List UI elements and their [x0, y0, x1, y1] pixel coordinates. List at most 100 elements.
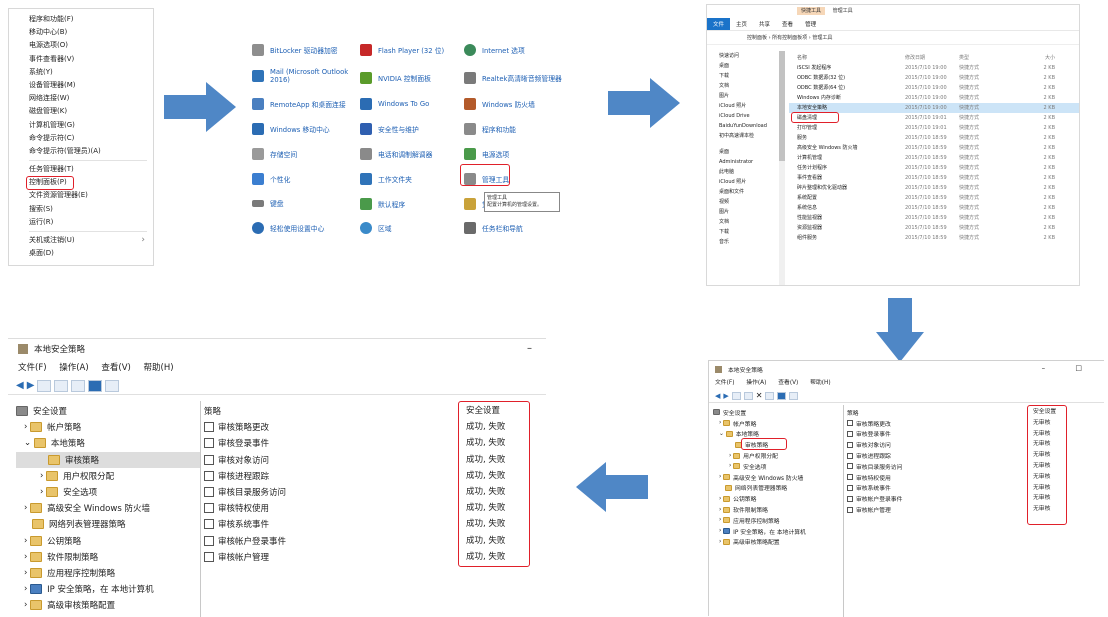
- file-row[interactable]: 服务 2015/7/10 18:59 快捷方式 2 KB: [789, 133, 1079, 143]
- nav-item[interactable]: 桌面: [707, 61, 777, 71]
- cp-item-phone-modem[interactable]: 电话和调制解调器: [360, 148, 432, 160]
- nav-scrollbar[interactable]: [779, 51, 785, 285]
- cp-item-mobility-center[interactable]: Windows 移动中心: [252, 123, 330, 135]
- column-type[interactable]: 类型: [959, 53, 1015, 63]
- policy-row[interactable]: 审核目录服务访问: [204, 484, 286, 500]
- tree-item[interactable]: › 软件限制策略: [713, 504, 843, 515]
- cp-item-internet-options[interactable]: Internet 选项: [464, 44, 525, 56]
- policy-row[interactable]: 审核登录事件: [204, 435, 286, 451]
- export-icon[interactable]: [765, 391, 775, 400]
- tree-item[interactable]: › 软件限制策略: [16, 549, 200, 565]
- policy-row[interactable]: 审核帐户管理: [204, 549, 286, 565]
- cp-item-region[interactable]: 区域: [360, 222, 392, 234]
- tree-item[interactable]: › 公钥策略: [16, 533, 200, 549]
- file-row[interactable]: 碎片整理和优化驱动器 2015/7/10 18:59 快捷方式 2 KB: [789, 183, 1079, 193]
- menu-view[interactable]: 查看(V): [101, 363, 130, 373]
- tree-item[interactable]: › 安全选项: [16, 484, 200, 500]
- file-row[interactable]: 性能监视器 2015/7/10 18:59 快捷方式 2 KB: [789, 213, 1079, 223]
- cp-item-ease-of-access[interactable]: 轻松使用设置中心: [252, 222, 324, 234]
- cp-item-power-options[interactable]: 电源选项: [464, 148, 509, 160]
- cp-item-firewall[interactable]: Windows 防火墙: [464, 98, 535, 110]
- file-row[interactable]: 系统配置 2015/7/10 18:59 快捷方式 2 KB: [789, 193, 1079, 203]
- tree-item[interactable]: ⌄ 本地策略: [16, 435, 200, 451]
- back-icon[interactable]: ◀: [715, 392, 720, 400]
- help-icon[interactable]: [777, 391, 787, 400]
- tree-item[interactable]: › 高级安全 Windows 防火墙: [16, 500, 200, 516]
- nav-item[interactable]: 此电脑: [707, 167, 777, 177]
- file-row[interactable]: iSCSI 发起程序 2015/7/10 19:00 快捷方式 2 KB: [789, 63, 1079, 73]
- address-bar[interactable]: 控制面板 › 所有控制面板项 › 管理工具: [707, 31, 1079, 45]
- cp-item-bitlocker[interactable]: BitLocker 驱动器加密: [252, 44, 338, 56]
- menu-item-event-viewer[interactable]: 事件查看器(V): [9, 53, 153, 66]
- up-folder-icon[interactable]: [37, 379, 52, 392]
- cp-item-default-programs[interactable]: 默认程序: [360, 198, 405, 210]
- file-row[interactable]: 资源监视器 2015/7/10 18:59 快捷方式 2 KB: [789, 223, 1079, 233]
- tree-item[interactable]: 网络列表管理器策略: [16, 516, 200, 532]
- menu-item-cmd[interactable]: 命令提示符(C): [9, 132, 153, 145]
- scrollbar-thumb[interactable]: [779, 51, 785, 161]
- cp-item-programs[interactable]: 程序和功能: [464, 123, 516, 135]
- policy-row[interactable]: 审核系统事件: [847, 483, 902, 494]
- cp-item-security-maintenance[interactable]: 安全性与维护: [360, 123, 419, 135]
- menu-file[interactable]: 文件(F): [715, 380, 734, 386]
- properties-icon[interactable]: [105, 379, 120, 392]
- tree-item[interactable]: › 用户权限分配: [16, 468, 200, 484]
- nav-item[interactable]: 下载: [707, 227, 777, 237]
- file-row[interactable]: Windows 内存诊断 2015/7/10 19:00 快捷方式 2 KB: [789, 93, 1079, 103]
- ribbon-tab-manage[interactable]: 管理: [799, 18, 822, 30]
- nav-item[interactable]: 图片: [707, 91, 777, 101]
- menu-item-system[interactable]: 系统(Y): [9, 66, 153, 79]
- nav-item[interactable]: 初中高速课本检: [707, 131, 777, 141]
- policy-row[interactable]: 审核帐户登录事件: [204, 533, 286, 549]
- nav-item[interactable]: iCloud Drive: [707, 111, 777, 121]
- quick-tools-tab[interactable]: 快捷工具: [797, 7, 826, 15]
- nav-item[interactable]: iCloud 照片: [707, 101, 777, 111]
- nav-item[interactable]: 桌面和文件: [707, 187, 777, 197]
- policy-row[interactable]: 审核帐户管理: [847, 504, 902, 515]
- ribbon-tab-home[interactable]: 主页: [730, 18, 753, 30]
- tree-item[interactable]: › IP 安全策略，在 本地计算机: [16, 581, 200, 597]
- policy-row[interactable]: 审核策略更改: [204, 419, 286, 435]
- tree-item[interactable]: › IP 安全策略，在 本地计算机: [713, 526, 843, 537]
- tree-item[interactable]: 安全设置: [713, 407, 843, 418]
- nav-item[interactable]: 快速访问: [707, 51, 777, 61]
- policy-row[interactable]: 审核系统事件: [204, 516, 286, 532]
- cp-item-taskbar[interactable]: 任务栏和导航: [464, 222, 523, 234]
- policy-row[interactable]: 审核进程跟踪: [204, 468, 286, 484]
- file-row[interactable]: 计算机管理 2015/7/10 18:59 快捷方式 2 KB: [789, 153, 1079, 163]
- tree-item[interactable]: › 用户权限分配: [713, 450, 843, 461]
- cp-item-personalization[interactable]: 个性化: [252, 173, 290, 185]
- tree-item[interactable]: › 应用程序控制策略: [713, 515, 843, 526]
- tree-item[interactable]: › 帐户策略: [713, 418, 843, 429]
- file-row[interactable]: ODBC 数据源(64 位) 2015/7/10 19:00 快捷方式 2 KB: [789, 83, 1079, 93]
- nav-item[interactable]: 文档: [707, 217, 777, 227]
- nav-item[interactable]: 视频: [707, 197, 777, 207]
- tree-item[interactable]: › 安全选项: [713, 461, 843, 472]
- menu-view[interactable]: 查看(V): [778, 380, 798, 386]
- menu-file[interactable]: 文件(F): [18, 363, 47, 373]
- menu-action[interactable]: 操作(A): [746, 380, 766, 386]
- policy-row[interactable]: 审核帐户登录事件: [847, 493, 902, 504]
- menu-item-device-manager[interactable]: 设备管理器(M): [9, 79, 153, 92]
- tree-item[interactable]: › 公钥策略: [713, 493, 843, 504]
- file-row[interactable]: 高级安全 Windows 防火墙 2015/7/10 18:59 快捷方式 2 KB: [789, 143, 1079, 153]
- menu-item-mobility[interactable]: 移动中心(B): [9, 26, 153, 39]
- help-icon[interactable]: [88, 379, 103, 392]
- pane-divider[interactable]: [200, 401, 201, 617]
- nav-item[interactable]: 音乐: [707, 237, 777, 247]
- policy-row[interactable]: 审核进程跟踪: [847, 450, 902, 461]
- menu-item-shutdown[interactable]: 关机或注销(U) ›: [9, 234, 153, 247]
- menu-item-computer-mgmt[interactable]: 计算机管理(G): [9, 119, 153, 132]
- show-tree-icon[interactable]: [743, 391, 753, 400]
- nav-item[interactable]: 桌面: [707, 147, 777, 157]
- menu-item-programs[interactable]: 程序和功能(F): [9, 13, 153, 26]
- up-folder-icon[interactable]: [731, 391, 741, 400]
- ribbon-tab-file[interactable]: 文件: [707, 17, 731, 30]
- show-tree-icon[interactable]: [54, 379, 69, 392]
- cp-item-work-folders[interactable]: 工作文件夹: [360, 173, 412, 185]
- properties-icon[interactable]: [789, 391, 799, 400]
- menu-item-power[interactable]: 电源选项(O): [9, 39, 153, 52]
- delete-icon[interactable]: ✕: [756, 391, 763, 400]
- cp-item-keyboard[interactable]: 键盘: [252, 198, 284, 208]
- policy-row[interactable]: 审核特权使用: [204, 500, 286, 516]
